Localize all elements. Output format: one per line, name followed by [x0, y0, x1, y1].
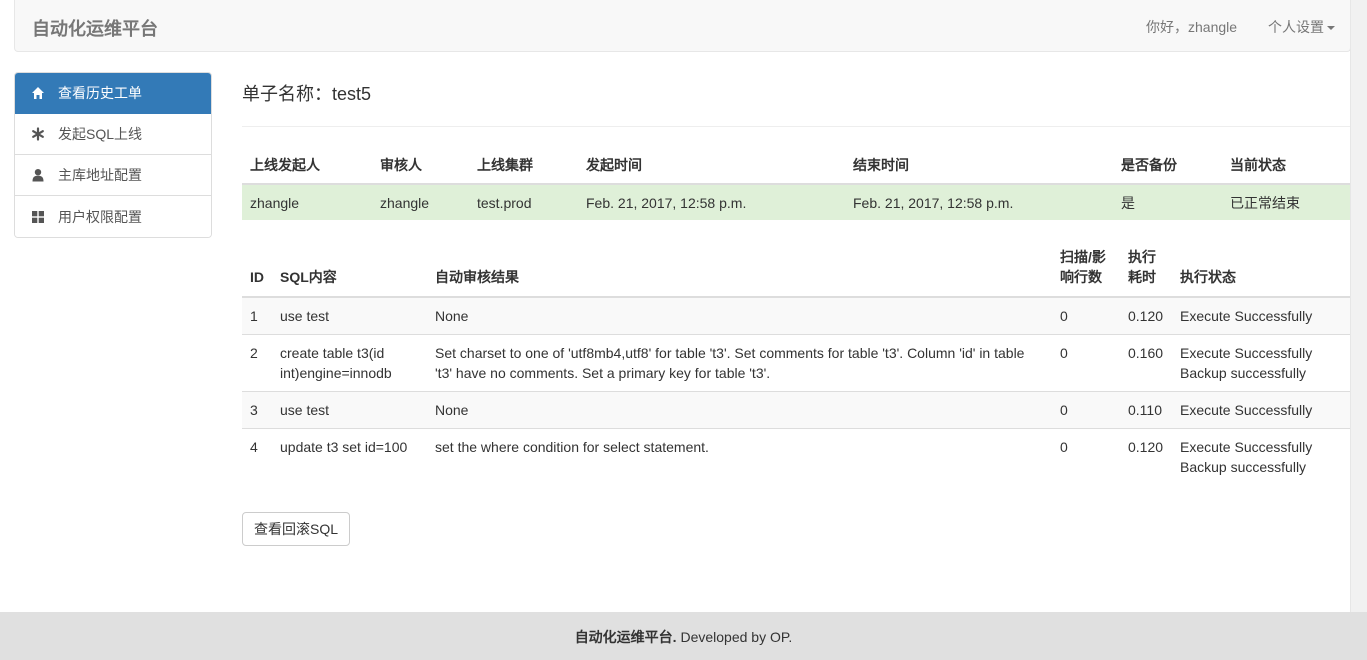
cell-reviewer: zhangle	[372, 184, 469, 220]
sidebar-item-history[interactable]: 查看历史工单	[15, 73, 211, 114]
col-status: 当前状态	[1222, 154, 1350, 185]
status-line1: Execute Successfully	[1180, 439, 1313, 455]
table-row: 2 create table t3(id int)engine=innodb S…	[242, 334, 1350, 392]
col-exec-status: 执行状态	[1172, 247, 1350, 298]
cell-end-time: Feb. 21, 2017, 12:58 p.m.	[845, 184, 1113, 220]
cell-sql: create table t3(id int)engine=innodb	[272, 334, 427, 392]
cell-id: 3	[242, 391, 272, 429]
title-value: test5	[332, 84, 372, 104]
table-row: 4 update t3 set id=100 set the where con…	[242, 428, 1350, 485]
cell-audit: set the where condition for select state…	[427, 428, 1052, 485]
cell-sql: update t3 set id=100	[272, 428, 427, 485]
sidebar-item-label: 发起SQL上线	[58, 126, 143, 142]
table-row: zhangle zhangle test.prod Feb. 21, 2017,…	[242, 184, 1350, 220]
status-line1: Execute Successfully	[1180, 308, 1313, 324]
col-start-time: 发起时间	[578, 154, 845, 185]
footer-text: Developed by OP.	[676, 629, 793, 645]
col-cluster: 上线集群	[469, 154, 578, 185]
table-row: 3 use test None 0 0.110 Execute Successf…	[242, 391, 1350, 429]
cell-cluster: test.prod	[469, 184, 578, 220]
footer-brand: 自动化运维平台.	[574, 629, 677, 645]
col-exec-time-line1: 执行	[1128, 249, 1156, 265]
cell-status: Execute Successfully	[1172, 296, 1350, 335]
sidebar-item-user-permissions[interactable]: 用户权限配置	[15, 196, 211, 237]
view-rollback-sql-button[interactable]: 查看回滚SQL	[242, 512, 351, 546]
table-row: 1 use test None 0 0.120 Execute Successf…	[242, 296, 1350, 335]
asterisk-icon	[32, 127, 44, 141]
vertical-scrollbar[interactable]	[1350, 0, 1367, 612]
caret-down-icon	[1327, 26, 1335, 31]
col-backup: 是否备份	[1113, 154, 1222, 185]
col-sql: SQL内容	[272, 247, 427, 298]
cell-sql: use test	[272, 391, 427, 429]
page-title: 单子名称：test5	[242, 80, 1350, 106]
sql-detail-table: ID SQL内容 自动审核结果 扫描/影响行数 执行耗时 执行状态 1 use …	[242, 247, 1350, 485]
summary-table: 上线发起人 审核人 上线集群 发起时间 结束时间 是否备份 当前状态 zhang…	[242, 154, 1350, 220]
col-end-time: 结束时间	[845, 154, 1113, 185]
col-reviewer: 审核人	[372, 154, 469, 185]
cell-time: 0.160	[1120, 334, 1172, 392]
cell-time: 0.110	[1120, 391, 1172, 429]
th-large-icon	[32, 210, 44, 223]
sidebar-item-label: 查看历史工单	[58, 85, 142, 101]
divider	[242, 126, 1350, 127]
cell-time: 0.120	[1120, 296, 1172, 335]
personal-settings-dropdown[interactable]: 个人设置	[1268, 17, 1335, 37]
sidebar-item-submit-sql[interactable]: 发起SQL上线	[15, 114, 211, 155]
sidebar-nav: 查看历史工单 发起SQL上线 主库地址配置 用户权限配置	[14, 72, 212, 238]
top-navbar: 自动化运维平台 你好，zhangle 个人设置	[14, 0, 1351, 52]
user-greeting: 你好，zhangle	[1146, 19, 1238, 35]
cell-affected: 0	[1052, 296, 1120, 335]
cell-audit: None	[427, 296, 1052, 335]
status-line2: Backup successfully	[1180, 459, 1307, 475]
cell-affected: 0	[1052, 334, 1120, 392]
col-exec-time: 执行 耗时	[1120, 247, 1172, 298]
col-submitter: 上线发起人	[242, 154, 372, 185]
home-icon	[32, 87, 44, 99]
cell-status: Execute Successfully Backup successfully	[1172, 428, 1350, 485]
navbar-brand[interactable]: 自动化运维平台	[32, 15, 158, 41]
main-content: 单子名称：test5 上线发起人 审核人 上线集群 发起时间 结束时间 是否备份…	[242, 72, 1350, 546]
sidebar-item-label: 用户权限配置	[58, 208, 142, 225]
user-icon	[32, 169, 44, 182]
summary-header-row: 上线发起人 审核人 上线集群 发起时间 结束时间 是否备份 当前状态	[242, 154, 1350, 185]
cell-audit: None	[427, 391, 1052, 429]
cell-status: Execute Successfully	[1172, 391, 1350, 429]
sidebar-item-master-config[interactable]: 主库地址配置	[15, 155, 211, 196]
cell-id: 4	[242, 428, 272, 485]
cell-time: 0.120	[1120, 428, 1172, 485]
cell-submitter: zhangle	[242, 184, 372, 220]
col-affected-rows-line1: 扫描/影	[1060, 249, 1106, 265]
cell-audit: Set charset to one of 'utf8mb4,utf8' for…	[427, 334, 1052, 392]
title-label: 单子名称：	[242, 84, 332, 104]
col-id: ID	[242, 247, 272, 298]
cell-status: 已正常结束	[1222, 184, 1350, 220]
cell-backup: 是	[1113, 184, 1222, 220]
cell-affected: 0	[1052, 391, 1120, 429]
cell-start-time: Feb. 21, 2017, 12:58 p.m.	[578, 184, 845, 220]
cell-affected: 0	[1052, 428, 1120, 485]
cell-sql: use test	[272, 296, 427, 335]
detail-header-row: ID SQL内容 自动审核结果 扫描/影响行数 执行耗时 执行状态	[242, 247, 1350, 298]
col-audit-result: 自动审核结果	[427, 247, 1052, 298]
status-line2: Backup successfully	[1180, 365, 1307, 381]
col-exec-time-line2: 耗时	[1128, 269, 1156, 285]
sidebar-item-label: 主库地址配置	[58, 167, 142, 183]
personal-settings-label: 个人设置	[1268, 19, 1324, 35]
cell-status: Execute Successfully Backup successfully	[1172, 334, 1350, 392]
col-affected-rows-line2: 响行数	[1060, 269, 1102, 285]
page-footer: 自动化运维平台. Developed by OP.	[0, 612, 1367, 660]
status-line1: Execute Successfully	[1180, 345, 1313, 361]
cell-id: 2	[242, 334, 272, 392]
status-line1: Execute Successfully	[1180, 402, 1313, 418]
col-affected-rows: 扫描/影响行数	[1052, 247, 1120, 298]
cell-id: 1	[242, 296, 272, 335]
